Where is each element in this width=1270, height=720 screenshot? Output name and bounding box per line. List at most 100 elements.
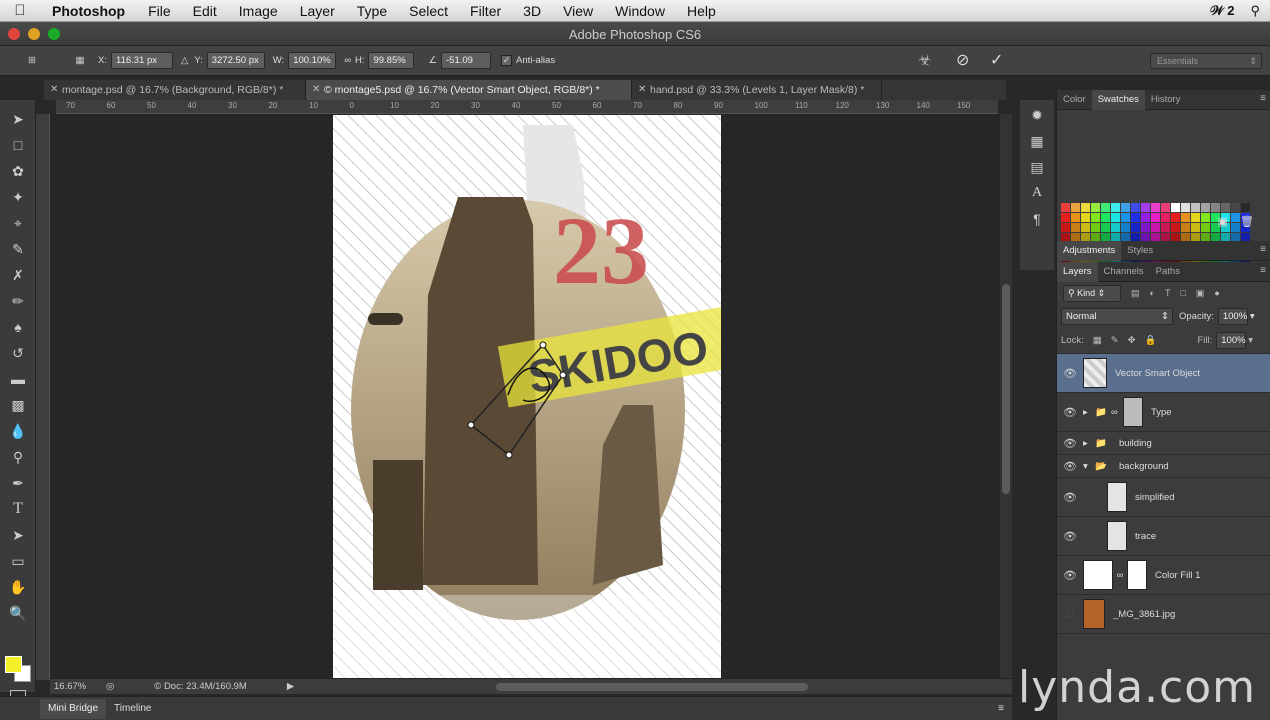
tab-styles[interactable]: Styles <box>1121 241 1159 261</box>
tab-history[interactable]: History <box>1145 90 1187 110</box>
info-icon[interactable]: ▤ <box>1020 154 1054 180</box>
horizontal-scrollbar[interactable] <box>496 683 808 691</box>
layer-row[interactable]: 👁 ▸ 📁 building <box>1057 432 1270 455</box>
close-tab-icon[interactable]: ✕ <box>638 80 646 100</box>
menu-layer[interactable]: Layer <box>289 0 346 22</box>
reference-point-icon[interactable]: ▦ <box>70 51 90 71</box>
filter-pixel-icon[interactable]: ▤ <box>1131 288 1140 299</box>
character-panel-icon[interactable]: A <box>1020 180 1054 206</box>
lasso-tool-icon[interactable]: ✿ <box>0 158 36 184</box>
document-canvas[interactable]: 23 SKIDOO <box>333 115 721 679</box>
tab-timeline[interactable]: Timeline <box>106 699 159 719</box>
menu-filter[interactable]: Filter <box>459 0 512 22</box>
fill-field[interactable]: 100% <box>1216 332 1247 349</box>
filter-type-icon[interactable]: T <box>1165 288 1171 298</box>
y-position-field[interactable]: 3272.50 px <box>206 52 265 69</box>
menu-window[interactable]: Window <box>604 0 676 22</box>
x-position-field[interactable]: 116.31 px <box>110 52 173 69</box>
marquee-tool-icon[interactable]: □ <box>0 132 36 158</box>
paragraph-panel-icon[interactable]: ¶ <box>1020 206 1054 232</box>
blur-tool-icon[interactable]: 💧 <box>0 418 36 444</box>
lock-transparent-icon[interactable]: ▦ <box>1093 335 1102 346</box>
fill-arrow-icon[interactable]: ▾ <box>1248 335 1253 346</box>
swatch[interactable] <box>1241 203 1250 212</box>
rotate-angle-field[interactable]: -51.09 <box>441 52 491 69</box>
swatch[interactable] <box>1211 203 1220 212</box>
swatch[interactable] <box>1201 203 1210 212</box>
blend-mode-select[interactable]: Normal ⇕ <box>1061 307 1173 325</box>
antialias-checkbox[interactable]: ✓ <box>501 55 512 66</box>
move-tool-icon[interactable]: ➤ <box>0 106 36 132</box>
tab-color[interactable]: Color <box>1057 90 1092 110</box>
layer-row[interactable]: 👁 trace <box>1057 517 1270 556</box>
tab-channels[interactable]: Channels <box>1098 262 1150 282</box>
hand-tool-icon[interactable]: ✋ <box>0 574 36 600</box>
height-field[interactable]: 99.85% <box>368 52 415 69</box>
visibility-eye-icon[interactable]: 👁 <box>1057 460 1083 473</box>
tab-paths[interactable]: Paths <box>1150 262 1186 282</box>
swatch[interactable] <box>1141 203 1150 212</box>
swatch[interactable] <box>1091 203 1100 212</box>
lock-image-icon[interactable]: ✎ <box>1111 335 1119 346</box>
status-menu-arrow-icon[interactable]: ▶ <box>287 681 294 692</box>
swatch[interactable] <box>1111 203 1120 212</box>
eyedropper-tool-icon[interactable]: ✎ <box>0 236 36 262</box>
crop-tool-icon[interactable]: ⌖ <box>0 210 36 236</box>
layer-row[interactable]: 👁 simplified <box>1057 478 1270 517</box>
visibility-eye-icon[interactable]: 👁 <box>1057 367 1083 380</box>
new-swatch-icon[interactable]: ▣ <box>1218 215 1228 228</box>
panel-menu-icon[interactable]: ≡ <box>1260 93 1266 104</box>
swatch-grid[interactable] <box>1059 113 1250 262</box>
pen-tool-icon[interactable]: ✒ <box>0 470 36 496</box>
brush-tool-icon[interactable]: ✏ <box>0 288 36 314</box>
eraser-tool-icon[interactable]: ▬ <box>0 366 36 392</box>
menu-edit[interactable]: Edit <box>182 0 228 22</box>
opacity-arrow-icon[interactable]: ▾ <box>1250 311 1255 322</box>
layer-row[interactable]: 👁 Vector Smart Object <box>1057 354 1270 393</box>
quick-select-tool-icon[interactable]: ✦ <box>0 184 36 210</box>
swatch[interactable] <box>1161 203 1170 212</box>
tab-layers[interactable]: Layers <box>1057 261 1098 282</box>
zoom-tool-icon[interactable]: 🔍 <box>0 600 36 626</box>
tab-montage[interactable]: ✕ montage.psd @ 16.7% (Background, RGB/8*… <box>44 80 306 100</box>
menu-app-name[interactable]: Photoshop <box>40 3 137 19</box>
filter-toggle-icon[interactable]: ● <box>1214 288 1219 298</box>
adobe-status-icon[interactable]: 𝒲 2 <box>1210 3 1234 19</box>
layer-row[interactable]: 👁 ▸ 📁 ∞ Type <box>1057 393 1270 432</box>
menu-view[interactable]: View <box>552 0 604 22</box>
close-tab-icon[interactable]: ✕ <box>312 80 320 100</box>
swatch[interactable] <box>1071 203 1080 212</box>
layer-row[interactable]: 👁 ▾ 📂 background <box>1057 455 1270 478</box>
transform-handle[interactable] <box>559 371 567 379</box>
spotlight-search-icon[interactable]: ⚲ <box>1250 3 1260 19</box>
swatch[interactable] <box>1121 203 1130 212</box>
commit-transform-icon[interactable]: ✓ <box>990 50 1003 70</box>
tab-montage5[interactable]: ✕ © montage5.psd @ 16.7% (Vector Smart Ob… <box>306 80 632 100</box>
swatch[interactable] <box>1221 203 1230 212</box>
delta-icon[interactable]: △ <box>181 55 188 66</box>
swatch[interactable] <box>1171 203 1180 212</box>
bottom-panel-menu-icon[interactable]: ≡ <box>998 703 1004 714</box>
menu-select[interactable]: Select <box>398 0 459 22</box>
history-brush-tool-icon[interactable]: ↺ <box>0 340 36 366</box>
expand-arrow-icon[interactable]: ▸ <box>1083 407 1095 418</box>
visibility-eye-icon[interactable]: 👁 <box>1057 530 1083 543</box>
vertical-scrollbar[interactable] <box>1000 114 1012 680</box>
filter-adjustment-icon[interactable]: ◐ <box>1150 288 1155 298</box>
close-tab-icon[interactable]: ✕ <box>50 80 58 100</box>
visibility-eye-icon[interactable]: 👁 <box>1057 406 1083 419</box>
warp-mode-icon[interactable]: ☣ <box>918 51 931 69</box>
transform-handle[interactable] <box>467 421 475 429</box>
foreground-color-swatch[interactable] <box>5 656 22 673</box>
menu-type[interactable]: Type <box>346 0 398 22</box>
swatch[interactable] <box>1131 203 1140 212</box>
menu-file[interactable]: File <box>137 0 182 22</box>
panel-menu-icon[interactable]: ≡ <box>1260 265 1266 276</box>
status-info-icon[interactable]: ◎ <box>106 681 114 692</box>
panel-menu-icon[interactable]: ≡ <box>1260 244 1266 255</box>
lock-position-icon[interactable]: ✥ <box>1128 335 1136 346</box>
tab-swatches[interactable]: Swatches <box>1091 89 1145 110</box>
filter-shape-icon[interactable]: □ <box>1180 288 1185 298</box>
cancel-transform-icon[interactable]: ⊘ <box>956 50 969 70</box>
swatch[interactable] <box>1181 203 1190 212</box>
